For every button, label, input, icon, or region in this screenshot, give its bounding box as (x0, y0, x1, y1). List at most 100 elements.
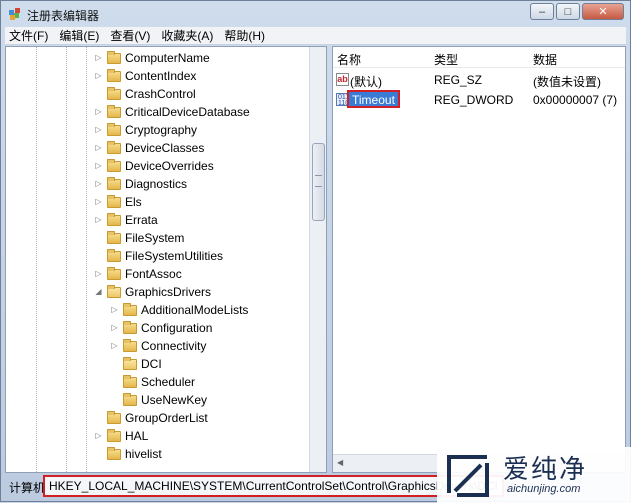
menu-edit[interactable]: 编辑(E) (59, 27, 99, 44)
tree-node-contentindex[interactable]: ▷ ContentIndex (94, 67, 196, 85)
value-data: 0x00000007 (7) (533, 93, 618, 107)
tree-node-configuration[interactable]: ▷ Configuration (110, 319, 212, 337)
expand-icon[interactable] (94, 232, 103, 244)
tree-node-criticaldevicedatabase[interactable]: ▷ CriticalDeviceDatabase (94, 103, 250, 121)
value-name-selected[interactable]: Timeout (347, 90, 400, 108)
expand-icon[interactable]: ▷ (94, 178, 103, 190)
expand-icon[interactable] (94, 88, 103, 100)
expand-icon[interactable]: ▷ (110, 340, 119, 352)
expand-icon[interactable]: ▷ (94, 430, 103, 442)
folder-icon (107, 104, 121, 118)
close-button[interactable]: ✕ (582, 3, 624, 20)
column-name-header[interactable]: 名称 (337, 51, 361, 68)
folder-icon (107, 248, 121, 262)
tree-node-cryptography[interactable]: ▷ Cryptography (94, 121, 197, 139)
column-type-header[interactable]: 类型 (434, 51, 458, 68)
value-row-default[interactable]: ab (默认) REG_SZ (数值未设置) (333, 70, 625, 90)
expand-icon[interactable]: ▷ (94, 214, 103, 226)
expand-icon[interactable] (110, 394, 119, 406)
expand-icon[interactable]: ▷ (94, 106, 103, 118)
tree-node-label: hivelist (125, 447, 162, 461)
tree-node-scheduler[interactable]: Scheduler (110, 373, 195, 391)
title-bar[interactable]: 注册表编辑器 – □ ✕ (1, 1, 630, 27)
menu-help[interactable]: 帮助(H) (224, 27, 265, 44)
folder-icon (107, 158, 121, 172)
tree-node-filesystem[interactable]: FileSystem (94, 229, 184, 247)
expand-icon[interactable] (94, 412, 103, 424)
tree-node-hivelist[interactable]: hivelist (94, 445, 162, 463)
maximize-button[interactable]: □ (556, 3, 580, 20)
tree-node-usenewkey[interactable]: UseNewKey (110, 391, 207, 409)
list-header: 名称 类型 数据 (333, 47, 625, 68)
tree-node-label: Errata (125, 213, 158, 227)
tree-node-graphicsdrivers[interactable]: ◢ GraphicsDrivers (94, 283, 211, 301)
tree-node-computername[interactable]: ▷ ComputerName (94, 49, 210, 67)
expand-icon[interactable] (94, 448, 103, 460)
tree-node-label: ContentIndex (125, 69, 197, 83)
folder-icon (123, 320, 137, 334)
expand-icon[interactable]: ▷ (94, 52, 103, 64)
scroll-left-arrow-icon[interactable]: ◀ (337, 458, 343, 467)
values-list[interactable]: 名称 类型 数据 ab (默认) REG_SZ (数值未设置) 011 110 T… (332, 46, 626, 473)
value-name: (默认) (350, 75, 382, 89)
tree-vertical-scrollbar[interactable] (309, 47, 326, 472)
menu-file[interactable]: 文件(F) (9, 27, 48, 44)
expand-icon[interactable]: ▷ (94, 70, 103, 82)
expand-icon[interactable]: ▷ (110, 304, 119, 316)
tree-node-connectivity[interactable]: ▷ Connectivity (110, 337, 206, 355)
tree-node-label: HAL (125, 429, 149, 443)
tree-node-deviceclasses[interactable]: ▷ DeviceClasses (94, 139, 204, 157)
tree-node-label: GraphicsDrivers (125, 285, 212, 299)
tree-node-additionalmodelists[interactable]: ▷ AdditionalModeLists (110, 301, 248, 319)
scroll-thumb[interactable] (312, 143, 325, 221)
tree-node-fontassoc[interactable]: ▷ FontAssoc (94, 265, 182, 283)
tree-node-errata[interactable]: ▷ Errata (94, 211, 158, 229)
tree-node-label: Els (125, 195, 142, 209)
tree-node-dci[interactable]: DCI (110, 355, 162, 373)
expand-icon[interactable]: ▷ (94, 268, 103, 280)
tree-node-diagnostics[interactable]: ▷ Diagnostics (94, 175, 187, 193)
expand-icon[interactable]: ▷ (94, 160, 103, 172)
expand-icon[interactable]: ▷ (94, 124, 103, 136)
column-data-header[interactable]: 数据 (533, 51, 557, 68)
folder-icon (107, 176, 121, 190)
folder-icon (107, 68, 121, 82)
expand-icon[interactable]: ▷ (94, 196, 103, 208)
value-row-timeout[interactable]: 011 110 Timeout REG_DWORD 0x00000007 (7) (333, 90, 625, 110)
expand-icon[interactable]: ▷ (110, 322, 119, 334)
regedit-app-icon (9, 8, 20, 20)
value-data: (数值未设置) (533, 75, 601, 89)
menu-favorites[interactable]: 收藏夹(A) (161, 27, 213, 44)
menu-view[interactable]: 查看(V) (110, 27, 150, 44)
tree-node-grouporderlist[interactable]: GroupOrderList (94, 409, 208, 427)
minimize-button[interactable]: – (530, 3, 554, 20)
string-value-icon: ab (336, 73, 349, 86)
tree-node-label: FontAssoc (125, 267, 182, 281)
tree-node-label: CrashControl (125, 87, 196, 101)
tree-node-hal[interactable]: ▷ HAL (94, 427, 148, 445)
folder-icon (107, 212, 121, 226)
tree-node-deviceoverrides[interactable]: ▷ DeviceOverrides (94, 157, 214, 175)
expand-icon[interactable] (110, 376, 119, 388)
folder-icon (107, 140, 121, 154)
tree-node-els[interactable]: ▷ Els (94, 193, 142, 211)
status-computer-label: 计算机 (9, 481, 46, 495)
open-folder-icon (123, 356, 137, 370)
tree-node-label: Cryptography (125, 123, 198, 137)
folder-icon (107, 86, 121, 100)
registry-tree[interactable]: ▷ ComputerName ▷ ContentIndex CrashControl… (5, 46, 327, 473)
folder-icon (107, 266, 121, 280)
tree-node-label: Configuration (141, 321, 213, 335)
tree-node-crashcontrol[interactable]: CrashControl (94, 85, 196, 103)
status-key-path: HKEY_LOCAL_MACHINE\SYSTEM\CurrentControl… (43, 475, 504, 497)
folder-icon (123, 374, 137, 388)
tree-node-filesystemutilities[interactable]: FileSystemUtilities (94, 247, 223, 265)
expand-icon[interactable]: ▷ (94, 142, 103, 154)
value-type: REG_DWORD (434, 93, 514, 107)
collapse-icon[interactable]: ◢ (94, 286, 103, 298)
expand-icon[interactable] (110, 358, 119, 370)
expand-icon[interactable] (94, 250, 103, 262)
tree-node-label: DCI (141, 357, 162, 371)
tree-node-label: Diagnostics (125, 177, 188, 191)
tree-node-label: DeviceClasses (125, 141, 205, 155)
